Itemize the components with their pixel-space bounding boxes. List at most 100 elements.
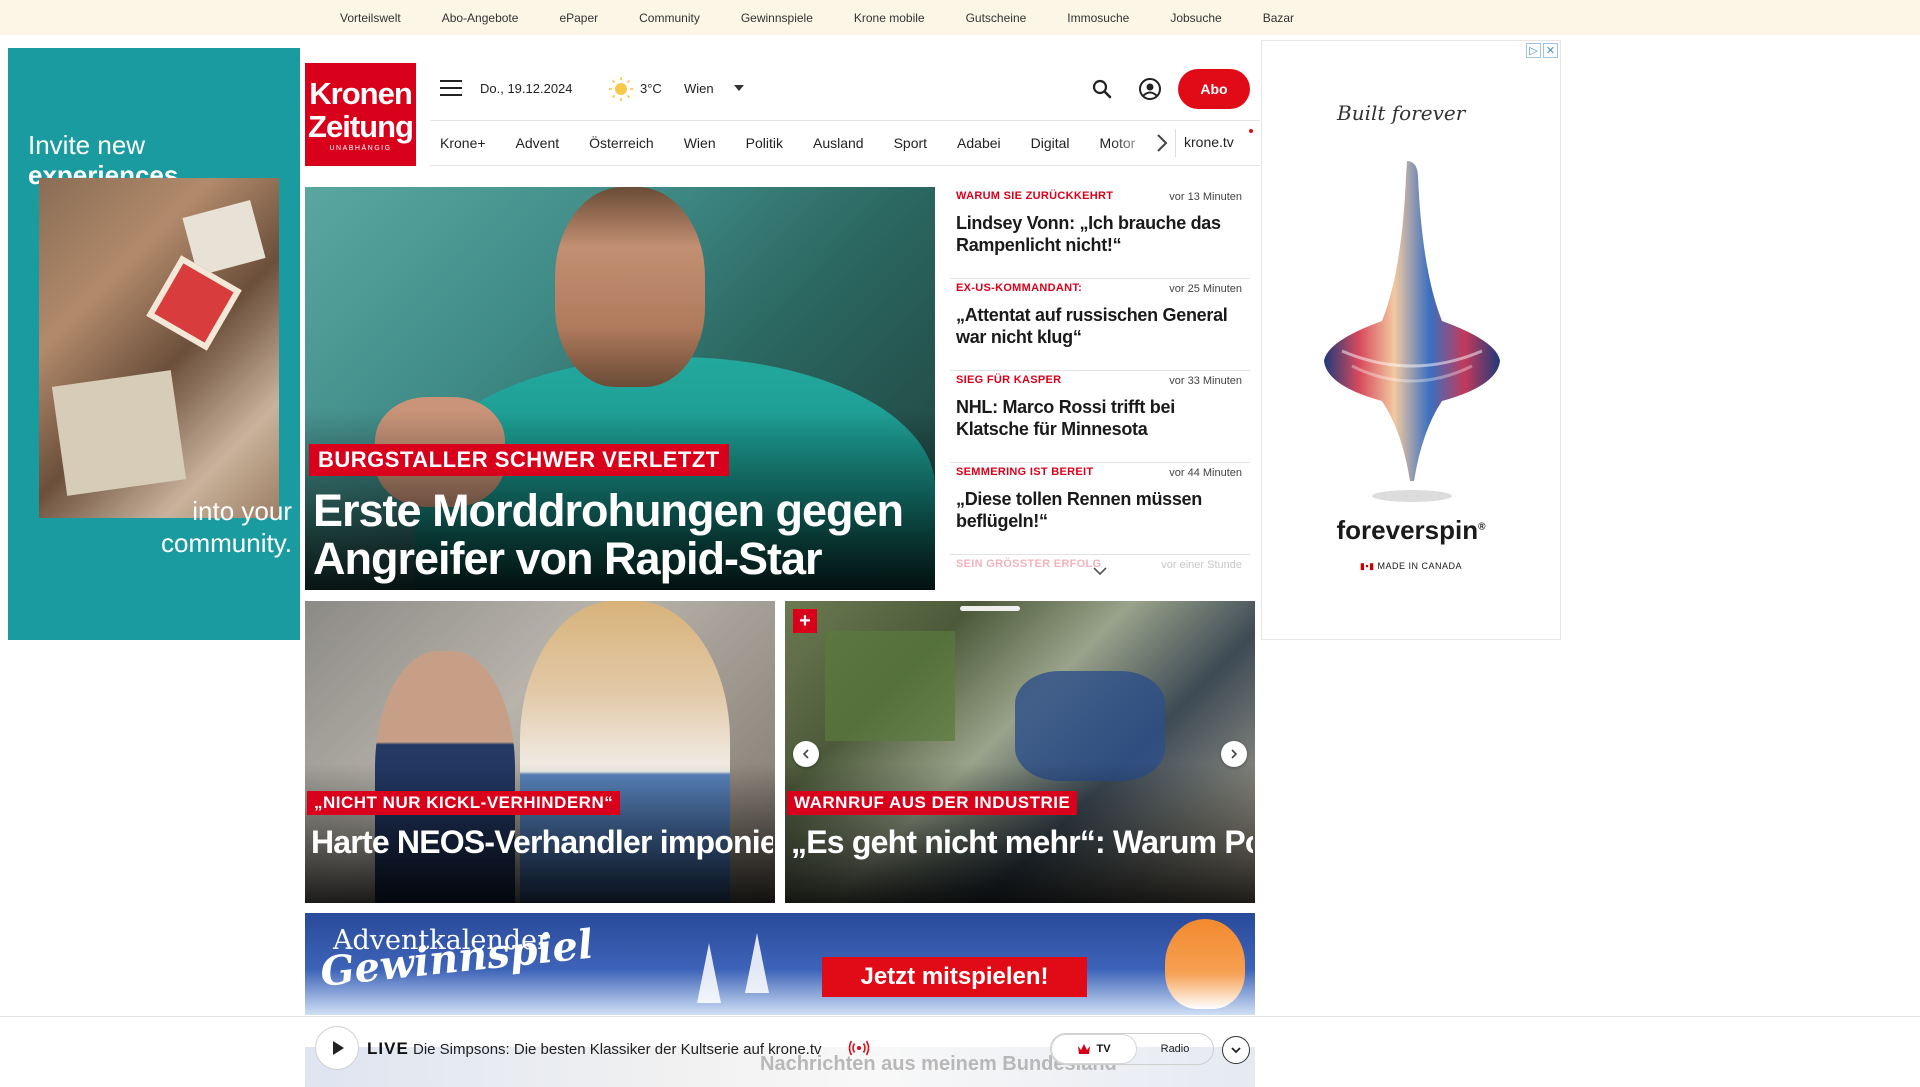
site-logo[interactable]: Kronen Zeitung UNABHÄNGIG: [305, 63, 416, 166]
tile-headline[interactable]: „Es geht nicht mehr“: Warum Polen uns al…: [791, 824, 1253, 860]
nav-item-advent[interactable]: Advent: [516, 135, 560, 151]
news-title[interactable]: „Diese tollen Rennen müssen beflügeln!“: [956, 488, 1242, 532]
article-carousel-tile[interactable]: + WARNRUF AUS DER INDUSTRIE „Es geht nic…: [785, 601, 1255, 903]
search-icon[interactable]: [1090, 77, 1114, 101]
news-time: vor 33 Minuten: [1169, 375, 1242, 387]
nav-item-sport[interactable]: Sport: [894, 135, 927, 151]
utility-links: Vorteilswelt Abo-Angebote ePaper Communi…: [340, 0, 1335, 35]
user-account-icon[interactable]: [1138, 77, 1162, 101]
news-title[interactable]: „Attentat auf russischen General war nic…: [956, 304, 1242, 348]
utility-link-gutscheine[interactable]: Gutscheine: [966, 11, 1027, 25]
nav-item-oesterreich[interactable]: Österreich: [589, 135, 654, 151]
nav-item-adabei[interactable]: Adabei: [957, 135, 1001, 151]
ad-board-game-photo: [39, 178, 279, 518]
advent-calendar-banner[interactable]: Adventkalender Gewinnspiel Jetzt mitspie…: [305, 913, 1255, 1015]
utility-link-gewinnspiele[interactable]: Gewinnspiele: [741, 11, 813, 25]
tv-toggle-label: TV: [1096, 1043, 1111, 1055]
tile-image-factory: [825, 631, 955, 741]
nav-item-ausland[interactable]: Ausland: [813, 135, 864, 151]
tree-decoration: [697, 943, 721, 1003]
utility-link-krone-mobile[interactable]: Krone mobile: [854, 11, 925, 25]
nav-scroll-right-icon[interactable]: [1152, 132, 1172, 154]
broadcast-signal-icon: [848, 1040, 870, 1056]
current-date: Do., 19.12.2024: [480, 81, 573, 96]
nav-item-krone-plus[interactable]: Krone+: [440, 135, 486, 151]
nav-item-politik[interactable]: Politik: [746, 135, 783, 151]
hero-image-player: [555, 187, 705, 387]
canada-flag-icon: ▮▪▮: [1359, 561, 1375, 571]
city-dropdown-caret-icon[interactable]: [734, 85, 744, 91]
ad-choices[interactable]: ▷ ✕: [1526, 43, 1558, 58]
abo-button[interactable]: Abo: [1178, 69, 1250, 109]
expand-player-button[interactable]: [1222, 1036, 1250, 1064]
carousel-progress: [960, 606, 1020, 611]
ad-close-icon[interactable]: ✕: [1543, 43, 1558, 58]
ad-brand-mark: ®: [1478, 521, 1486, 533]
news-time: vor 25 Minuten: [1169, 283, 1242, 295]
hamburger-menu-icon[interactable]: [440, 80, 462, 98]
nav-item-wien[interactable]: Wien: [684, 135, 716, 151]
news-time: vor 44 Minuten: [1169, 467, 1242, 479]
media-type-toggle: TV Radio: [1050, 1033, 1214, 1065]
tile-kicker: WARNRUF AUS DER INDUSTRIE: [787, 791, 1078, 815]
utility-link-abo-angebote[interactable]: Abo-Angebote: [442, 11, 519, 25]
ad-made-in-text: MADE IN CANADA: [1377, 561, 1463, 571]
ad-brand-name: foreverspin®: [1262, 515, 1560, 546]
news-time: vor 13 Minuten: [1169, 191, 1242, 203]
ad-line-4: community.: [161, 528, 292, 558]
ad-line-3: into your: [192, 496, 292, 526]
spinning-top-image: [1324, 161, 1500, 502]
news-time: vor einer Stunde: [1161, 559, 1242, 571]
chevron-down-icon: [1231, 1047, 1241, 1054]
hero-article[interactable]: BURGSTALLER SCHWER VERLETZT Erste Morddr…: [305, 187, 935, 590]
live-stream-title[interactable]: Die Simpsons: Die besten Klassiker der K…: [413, 1041, 822, 1058]
ad-script-slogan: Built forever: [1337, 101, 1466, 125]
article-tile[interactable]: „NICHT NUR KICKL-VERHINDERN“ Harte NEOS-…: [305, 601, 775, 903]
chevron-right-icon: [1231, 749, 1238, 759]
news-item[interactable]: EX-US-KOMMANDANT: vor 25 Minuten „Attent…: [950, 279, 1250, 371]
utility-link-vorteilswelt[interactable]: Vorteilswelt: [340, 11, 401, 25]
main-navigation: Krone+ Advent Österreich Wien Politik Au…: [430, 120, 1260, 166]
crown-icon: [1078, 1044, 1091, 1054]
news-item[interactable]: SIEG FÜR KASPER vor 33 Minuten NHL: Marc…: [950, 371, 1250, 463]
temperature: 3°C: [640, 81, 662, 96]
hero-headline[interactable]: Erste Morddrohungen gegen Angreifer von …: [313, 487, 933, 583]
latest-news-list: WARUM SIE ZURÜCKKEHRT vor 13 Minuten Lin…: [950, 187, 1250, 587]
nav-divider: [1175, 129, 1176, 157]
utility-bar: Vorteilswelt Abo-Angebote ePaper Communi…: [0, 0, 1920, 35]
utility-link-community[interactable]: Community: [639, 11, 700, 25]
tile-kicker: „NICHT NUR KICKL-VERHINDERN“: [307, 791, 621, 815]
left-skyscraper-ad[interactable]: Invite new experiences into your communi…: [8, 48, 300, 640]
krone-plus-badge-icon: +: [793, 609, 817, 633]
news-title[interactable]: NHL: Marco Rossi trifft bei Klatsche für…: [956, 396, 1242, 440]
play-now-button[interactable]: Jetzt mitspielen!: [822, 957, 1087, 997]
tile-headline[interactable]: Harte NEOS-Verhandler imponieren sogar V…: [311, 824, 773, 860]
radio-toggle[interactable]: Radio: [1137, 1034, 1213, 1064]
chevron-left-icon: [802, 749, 809, 759]
live-indicator-dot: [1249, 129, 1253, 133]
nav-item-digital[interactable]: Digital: [1031, 135, 1070, 151]
hero-kicker: BURGSTALLER SCHWER VERLETZT: [309, 444, 729, 476]
news-item[interactable]: WARUM SIE ZURÜCKKEHRT vor 13 Minuten Lin…: [950, 187, 1250, 279]
utility-link-jobsuche[interactable]: Jobsuche: [1170, 11, 1221, 25]
logo-tagline: UNABHÄNGIG: [329, 145, 392, 152]
live-player-bar: Nachrichten aus meinem Bundesland LIVE D…: [0, 1016, 1920, 1087]
utility-link-immosuche[interactable]: Immosuche: [1067, 11, 1129, 25]
news-item[interactable]: SEMMERING IST BEREIT vor 44 Minuten „Die…: [950, 463, 1250, 555]
ad-made-in: ▮▪▮ MADE IN CANADA: [1262, 561, 1560, 572]
play-button[interactable]: [315, 1026, 359, 1070]
tv-toggle[interactable]: TV: [1051, 1034, 1137, 1064]
utility-link-bazar[interactable]: Bazar: [1263, 11, 1294, 25]
play-icon: [333, 1041, 344, 1055]
right-skyscraper-ad[interactable]: ▷ ✕ Built forever foreverspin® ▮▪▮ MADE …: [1261, 40, 1561, 640]
nav-item-krone-tv[interactable]: krone.tv: [1184, 134, 1234, 150]
chevron-down-icon[interactable]: [1092, 565, 1108, 577]
ad-brand-text: foreverspin: [1336, 515, 1479, 545]
ad-choices-icon[interactable]: ▷: [1526, 43, 1541, 58]
sun-weather-icon: [609, 77, 633, 101]
city-selector[interactable]: Wien: [684, 81, 714, 96]
tree-decoration: [745, 933, 769, 993]
utility-link-epaper[interactable]: ePaper: [559, 11, 598, 25]
news-title[interactable]: Lindsey Vonn: „Ich brauche das Rampenlic…: [956, 212, 1242, 256]
live-label: LIVE: [367, 1039, 409, 1058]
